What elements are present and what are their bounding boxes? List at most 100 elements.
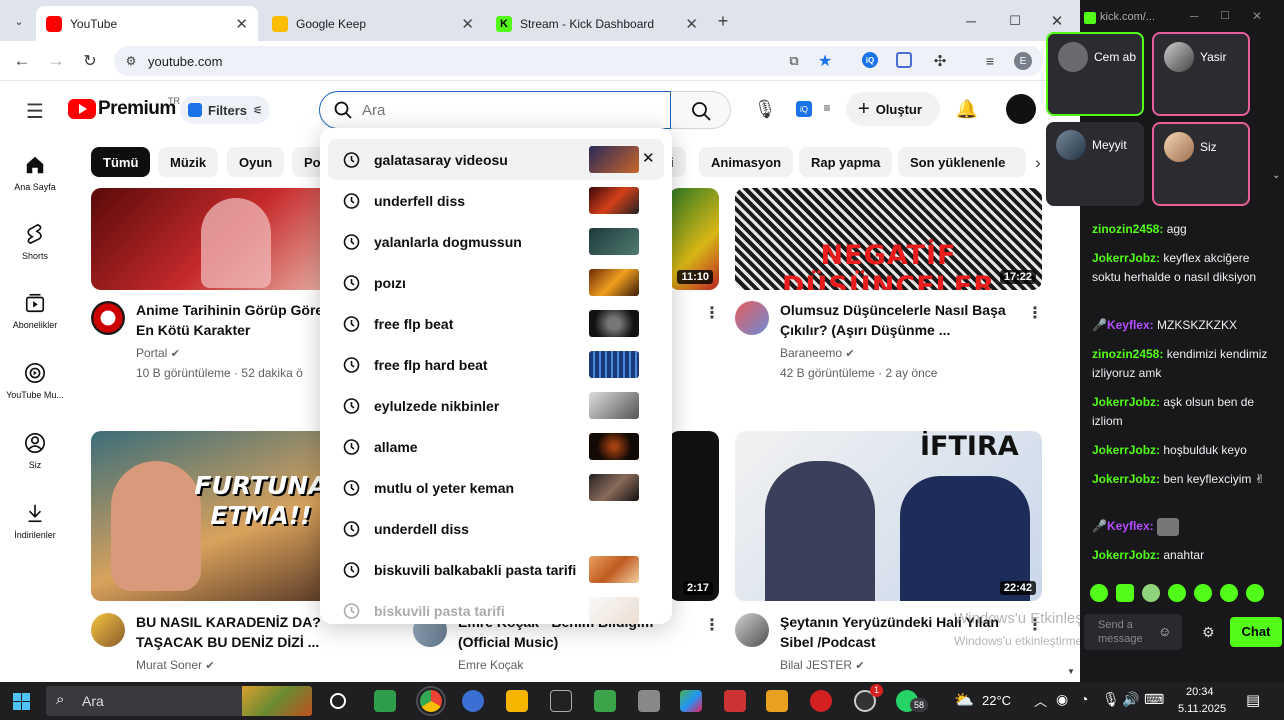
taskbar-app-icon[interactable] [594,690,616,712]
chat-username[interactable]: zinozin2458 [1092,347,1159,361]
call-participant-tile[interactable]: Yasir [1152,32,1250,116]
suggestion-item[interactable]: biskuvili balkabakli pasta tarifi [320,549,672,590]
address-bar[interactable]: ⚙ youtube.com ⧉ ★ iQ ✣ ≡ E [114,46,1044,76]
more-options-icon[interactable]: ⋮ [702,302,722,324]
guide-home[interactable]: Ana Sayfa [0,154,70,192]
youtube-logo-icon[interactable] [68,99,96,119]
chrome-icon[interactable] [418,688,444,714]
tab-kick-dashboard[interactable]: K Stream - Kick Dashboard ✕ [486,6,708,41]
channel-avatar[interactable] [91,613,125,647]
video-title-line2[interactable]: Çıkılır? (Aşırı Düşünme ... [780,320,1020,340]
new-tab-plus-icon[interactable]: + [712,10,734,32]
video-thumbnail[interactable]: FURTUNA ETMA!! [91,431,331,601]
microphone-icon[interactable]: 🎙 [753,97,777,121]
extension-iq-icon[interactable]: iQ [862,52,878,68]
chip-recently-uploaded[interactable]: Son yüklenenle [898,147,1026,177]
emote-icon[interactable] [1090,584,1108,602]
notifications-bell-icon[interactable]: 🔔 [956,98,978,120]
tray-overflow-icon[interactable]: ︿ [1034,691,1047,710]
video-title-line2[interactable]: En Kötü Karakter [136,320,326,340]
suggestion-item[interactable]: allame [320,426,672,467]
video-title-line1[interactable]: BU NASIL KARADENİZ DA? [136,612,326,632]
forward-arrow-icon[interactable]: → [46,51,66,71]
chat-username[interactable]: JokerrJobz [1092,395,1156,409]
suggestion-item[interactable]: free flp hard beat [320,344,672,385]
extensions-puzzle-icon[interactable]: ✣ [930,51,950,71]
emote-icon[interactable] [1168,584,1186,602]
video-thumbnail[interactable] [91,188,331,290]
back-arrow-icon[interactable]: ← [12,51,32,71]
taskbar-app-icon[interactable] [374,690,396,712]
bookmark-star-icon[interactable]: ★ [815,51,835,71]
tab-youtube[interactable]: YouTube ✕ [36,6,258,41]
close-tab-icon[interactable]: ✕ [235,15,248,33]
call-participant-tile[interactable]: Siz [1152,122,1250,206]
microphone-icon[interactable]: 🎙 [1102,691,1120,708]
taskbar-app-icon[interactable] [638,690,660,712]
taskbar-app-icon[interactable] [724,690,746,712]
chat-collapse-icon[interactable]: ⌄ [1272,170,1280,181]
suggestion-item[interactable]: underfell diss [320,180,672,221]
settings-gear-icon[interactable]: ⚙ [1202,624,1215,641]
video-title-line2[interactable]: (Official Music) [458,632,688,652]
channel-name[interactable]: Bilal JESTER ✔ [780,656,865,675]
call-participant-tile[interactable]: Meyyit [1046,122,1144,206]
install-app-icon[interactable]: ⧉ [784,51,804,71]
chips-next-chevron-icon[interactable]: › [1028,152,1048,174]
account-avatar[interactable] [1006,94,1036,124]
search-input[interactable] [362,98,652,122]
search-button[interactable] [671,91,731,129]
chat-username[interactable]: zinozin2458 [1092,222,1159,236]
channel-name[interactable]: Murat Soner ✔ [136,656,215,675]
notification-center-icon[interactable]: ▤ [1246,691,1260,709]
maximize-icon[interactable]: ☐ [1004,10,1026,32]
minimize-icon[interactable]: ─ [960,10,982,32]
reload-icon[interactable]: ↻ [80,51,100,71]
suggestion-item[interactable]: galatasaray videosu ✕ [328,139,664,180]
taskbar-app-icon[interactable] [766,690,788,712]
minimize-icon[interactable]: ─ [1190,9,1199,23]
tray-app-icon[interactable]: ◉ [1056,691,1068,708]
filters-button[interactable]: Filters ⚟ [180,96,270,124]
close-tab-icon[interactable]: ✕ [461,15,474,33]
video-thumbnail[interactable]: 11:10 [669,188,719,290]
taskbar-app-icon[interactable] [550,690,572,712]
suggestion-item[interactable]: yalanlarla dogmussun [320,221,672,262]
channel-name[interactable]: Baraneemo ✔ [780,344,855,363]
suggestion-item[interactable]: mutlu ol yeter keman [320,467,672,508]
video-thumbnail[interactable]: İFTIRA 22:42 [735,431,1042,601]
create-button[interactable]: + Oluştur [846,92,940,126]
iq-search-icon[interactable]: iQ [796,101,812,117]
chat-send-button[interactable]: Chat [1230,617,1282,647]
maximize-icon[interactable]: ☐ [1220,9,1230,22]
file-explorer-icon[interactable] [506,690,528,712]
chat-username[interactable]: JokerrJobz [1092,548,1156,562]
close-tab-icon[interactable]: ✕ [685,15,698,33]
chip-music[interactable]: Müzik [158,147,219,177]
wifi-icon[interactable]: ◔ [1080,691,1088,707]
taskbar-app-icon[interactable] [462,690,484,712]
channel-name[interactable]: Emre Koçak [458,656,523,674]
tab-google-keep[interactable]: Google Keep ✕ [262,6,484,41]
chat-input[interactable]: Send a message ☺ [1084,614,1182,650]
hamburger-menu-icon[interactable]: ☰ [24,100,46,123]
video-title-line1[interactable]: Anime Tarihinin Görüp Göre [136,300,326,320]
channel-avatar[interactable] [735,613,769,647]
channel-avatar[interactable] [735,301,769,335]
suggestion-item[interactable]: poızı [320,262,672,303]
guide-shorts[interactable]: Shorts [0,223,70,261]
volume-icon[interactable]: 🔊 [1122,691,1139,708]
weather-icon[interactable]: ⛅ [954,690,974,710]
channel-avatar[interactable] [91,301,125,335]
windows-start-icon[interactable] [13,693,30,710]
emote-icon[interactable] [1220,584,1238,602]
chip-rap[interactable]: Rap yapma [799,147,893,177]
emote-icon[interactable] [1116,584,1134,602]
scroll-down-arrow-icon[interactable]: ▼ [1066,666,1076,676]
chip-all[interactable]: Tümü [91,147,151,177]
clock-time[interactable]: 20:34 [1186,686,1214,698]
chat-username[interactable]: JokerrJobz [1092,472,1156,486]
video-thumbnail[interactable]: NEGATİF DÜŞÜNCELER 17:22 [735,188,1042,290]
video-thumbnail[interactable]: 2:17 [669,431,719,601]
guide-you[interactable]: Siz [0,432,70,470]
